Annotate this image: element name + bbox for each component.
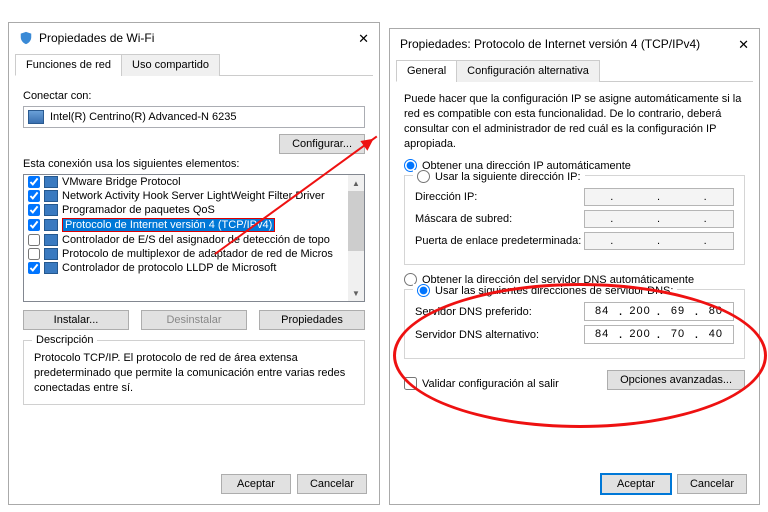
tab-sharing[interactable]: Uso compartido (121, 54, 220, 76)
tabs: Funciones de red Uso compartido (15, 53, 373, 76)
cancel-button[interactable]: Cancelar (297, 474, 367, 494)
configure-button[interactable]: Configurar... (279, 134, 365, 154)
close-icon[interactable]: ✕ (738, 37, 749, 53)
window-title: Propiedades de Wi-Fi (39, 31, 154, 45)
info-text: Puede hacer que la configuración IP se a… (404, 92, 745, 151)
dns-preferred-label: Servidor DNS preferido: (415, 306, 584, 318)
radio-ip-manual[interactable]: Usar la siguiente dirección IP: (413, 170, 585, 183)
item-label: Protocolo de multiplexor de adaptador de… (62, 248, 333, 260)
titlebar: Propiedades de Wi-Fi ✕ (9, 23, 379, 53)
shield-icon (19, 31, 33, 45)
subnet-label: Máscara de subred: (415, 213, 584, 225)
ip-address-label: Dirección IP: (415, 191, 584, 203)
pane-network: Conectar con: Intel(R) Centrino(R) Advan… (9, 76, 379, 415)
elements-label: Esta conexión usa los siguientes element… (23, 158, 365, 170)
scrollbar[interactable]: ▲ ▼ (348, 175, 364, 301)
item-label: Network Activity Hook Server LightWeight… (62, 190, 325, 202)
advanced-button[interactable]: Opciones avanzadas... (607, 370, 745, 390)
gateway-input: ... (584, 232, 734, 250)
description-group: Descripción Protocolo TCP/IP. El protoco… (23, 340, 365, 405)
list-item[interactable]: Controlador de protocolo LLDP de Microso… (24, 261, 364, 275)
gateway-label: Puerta de enlace predeterminada: (415, 235, 584, 247)
ok-button[interactable]: Aceptar (221, 474, 291, 494)
close-icon[interactable]: ✕ (358, 31, 369, 47)
protocol-icon (44, 234, 58, 246)
install-button[interactable]: Instalar... (23, 310, 129, 330)
radio-input[interactable] (417, 284, 430, 297)
ip-manual-group: Usar la siguiente dirección IP: Direcció… (404, 175, 745, 265)
item-checkbox[interactable] (28, 219, 40, 231)
description-legend: Descripción (32, 334, 97, 346)
protocol-icon (44, 262, 58, 274)
list-item[interactable]: Protocolo de multiplexor de adaptador de… (24, 247, 364, 261)
list-item[interactable]: Network Activity Hook Server LightWeight… (24, 189, 364, 203)
list-item[interactable]: Controlador de E/S del asignador de dete… (24, 233, 364, 247)
properties-button[interactable]: Propiedades (259, 310, 365, 330)
protocol-icon (44, 190, 58, 202)
radio-input[interactable] (417, 170, 430, 183)
item-label: Programador de paquetes QoS (62, 204, 215, 216)
adapter-name: Intel(R) Centrino(R) Advanced-N 6235 (50, 111, 236, 123)
item-label: Protocolo de Internet versión 4 (TCP/IPv… (62, 218, 275, 232)
item-checkbox[interactable] (28, 204, 40, 216)
protocol-icon (44, 204, 58, 216)
list-item[interactable]: VMware Bridge Protocol (24, 175, 364, 189)
scroll-down-icon[interactable]: ▼ (348, 285, 364, 301)
tab-alt-config[interactable]: Configuración alternativa (456, 60, 600, 82)
item-checkbox[interactable] (28, 248, 40, 260)
dns-alt-label: Servidor DNS alternativo: (415, 329, 584, 341)
item-checkbox[interactable] (28, 176, 40, 188)
dns-preferred-input[interactable]: 84.200.69.80 (584, 302, 734, 321)
subnet-input: ... (584, 210, 734, 228)
validate-checkbox[interactable]: Validar configuración al salir (404, 377, 559, 390)
wifi-properties-window: Propiedades de Wi-Fi ✕ Funciones de red … (8, 22, 380, 505)
cancel-button[interactable]: Cancelar (677, 474, 747, 494)
ip-address-input: ... (584, 188, 734, 206)
item-label: Controlador de E/S del asignador de dete… (62, 234, 330, 246)
window-title: Propiedades: Protocolo de Internet versi… (400, 37, 700, 51)
protocol-icon (44, 248, 58, 260)
radio-dns-manual[interactable]: Usar las siguientes direcciones de servi… (413, 284, 677, 297)
item-checkbox[interactable] (28, 234, 40, 246)
protocol-icon (44, 219, 58, 231)
list-item[interactable]: Protocolo de Internet versión 4 (TCP/IPv… (24, 217, 364, 233)
scroll-up-icon[interactable]: ▲ (348, 175, 364, 191)
uninstall-button[interactable]: Desinstalar (141, 310, 247, 330)
checkbox-input[interactable] (404, 377, 417, 390)
scroll-thumb[interactable] (348, 191, 364, 251)
protocol-listbox[interactable]: VMware Bridge Protocol Network Activity H… (23, 174, 365, 302)
tabs: General Configuración alternativa (396, 59, 753, 82)
tab-network[interactable]: Funciones de red (15, 54, 122, 76)
description-text: Protocolo TCP/IP. El protocolo de red de… (34, 351, 354, 396)
ok-button[interactable]: Aceptar (601, 474, 671, 494)
dns-manual-group: Usar las siguientes direcciones de servi… (404, 289, 745, 359)
ipv4-properties-window: Propiedades: Protocolo de Internet versi… (389, 28, 760, 505)
pane-general: Puede hacer que la configuración IP se a… (390, 82, 759, 400)
adapter-field: Intel(R) Centrino(R) Advanced-N 6235 (23, 106, 365, 128)
dns-alt-input[interactable]: 84.200.70.40 (584, 325, 734, 344)
item-checkbox[interactable] (28, 262, 40, 274)
item-label: VMware Bridge Protocol (62, 176, 181, 188)
tab-general[interactable]: General (396, 60, 457, 82)
item-label: Controlador de protocolo LLDP de Microso… (62, 262, 276, 274)
titlebar: Propiedades: Protocolo de Internet versi… (390, 29, 759, 59)
item-checkbox[interactable] (28, 190, 40, 202)
list-item[interactable]: Programador de paquetes QoS (24, 203, 364, 217)
protocol-icon (44, 176, 58, 188)
nic-icon (28, 110, 44, 124)
connect-with-label: Conectar con: (23, 90, 365, 102)
